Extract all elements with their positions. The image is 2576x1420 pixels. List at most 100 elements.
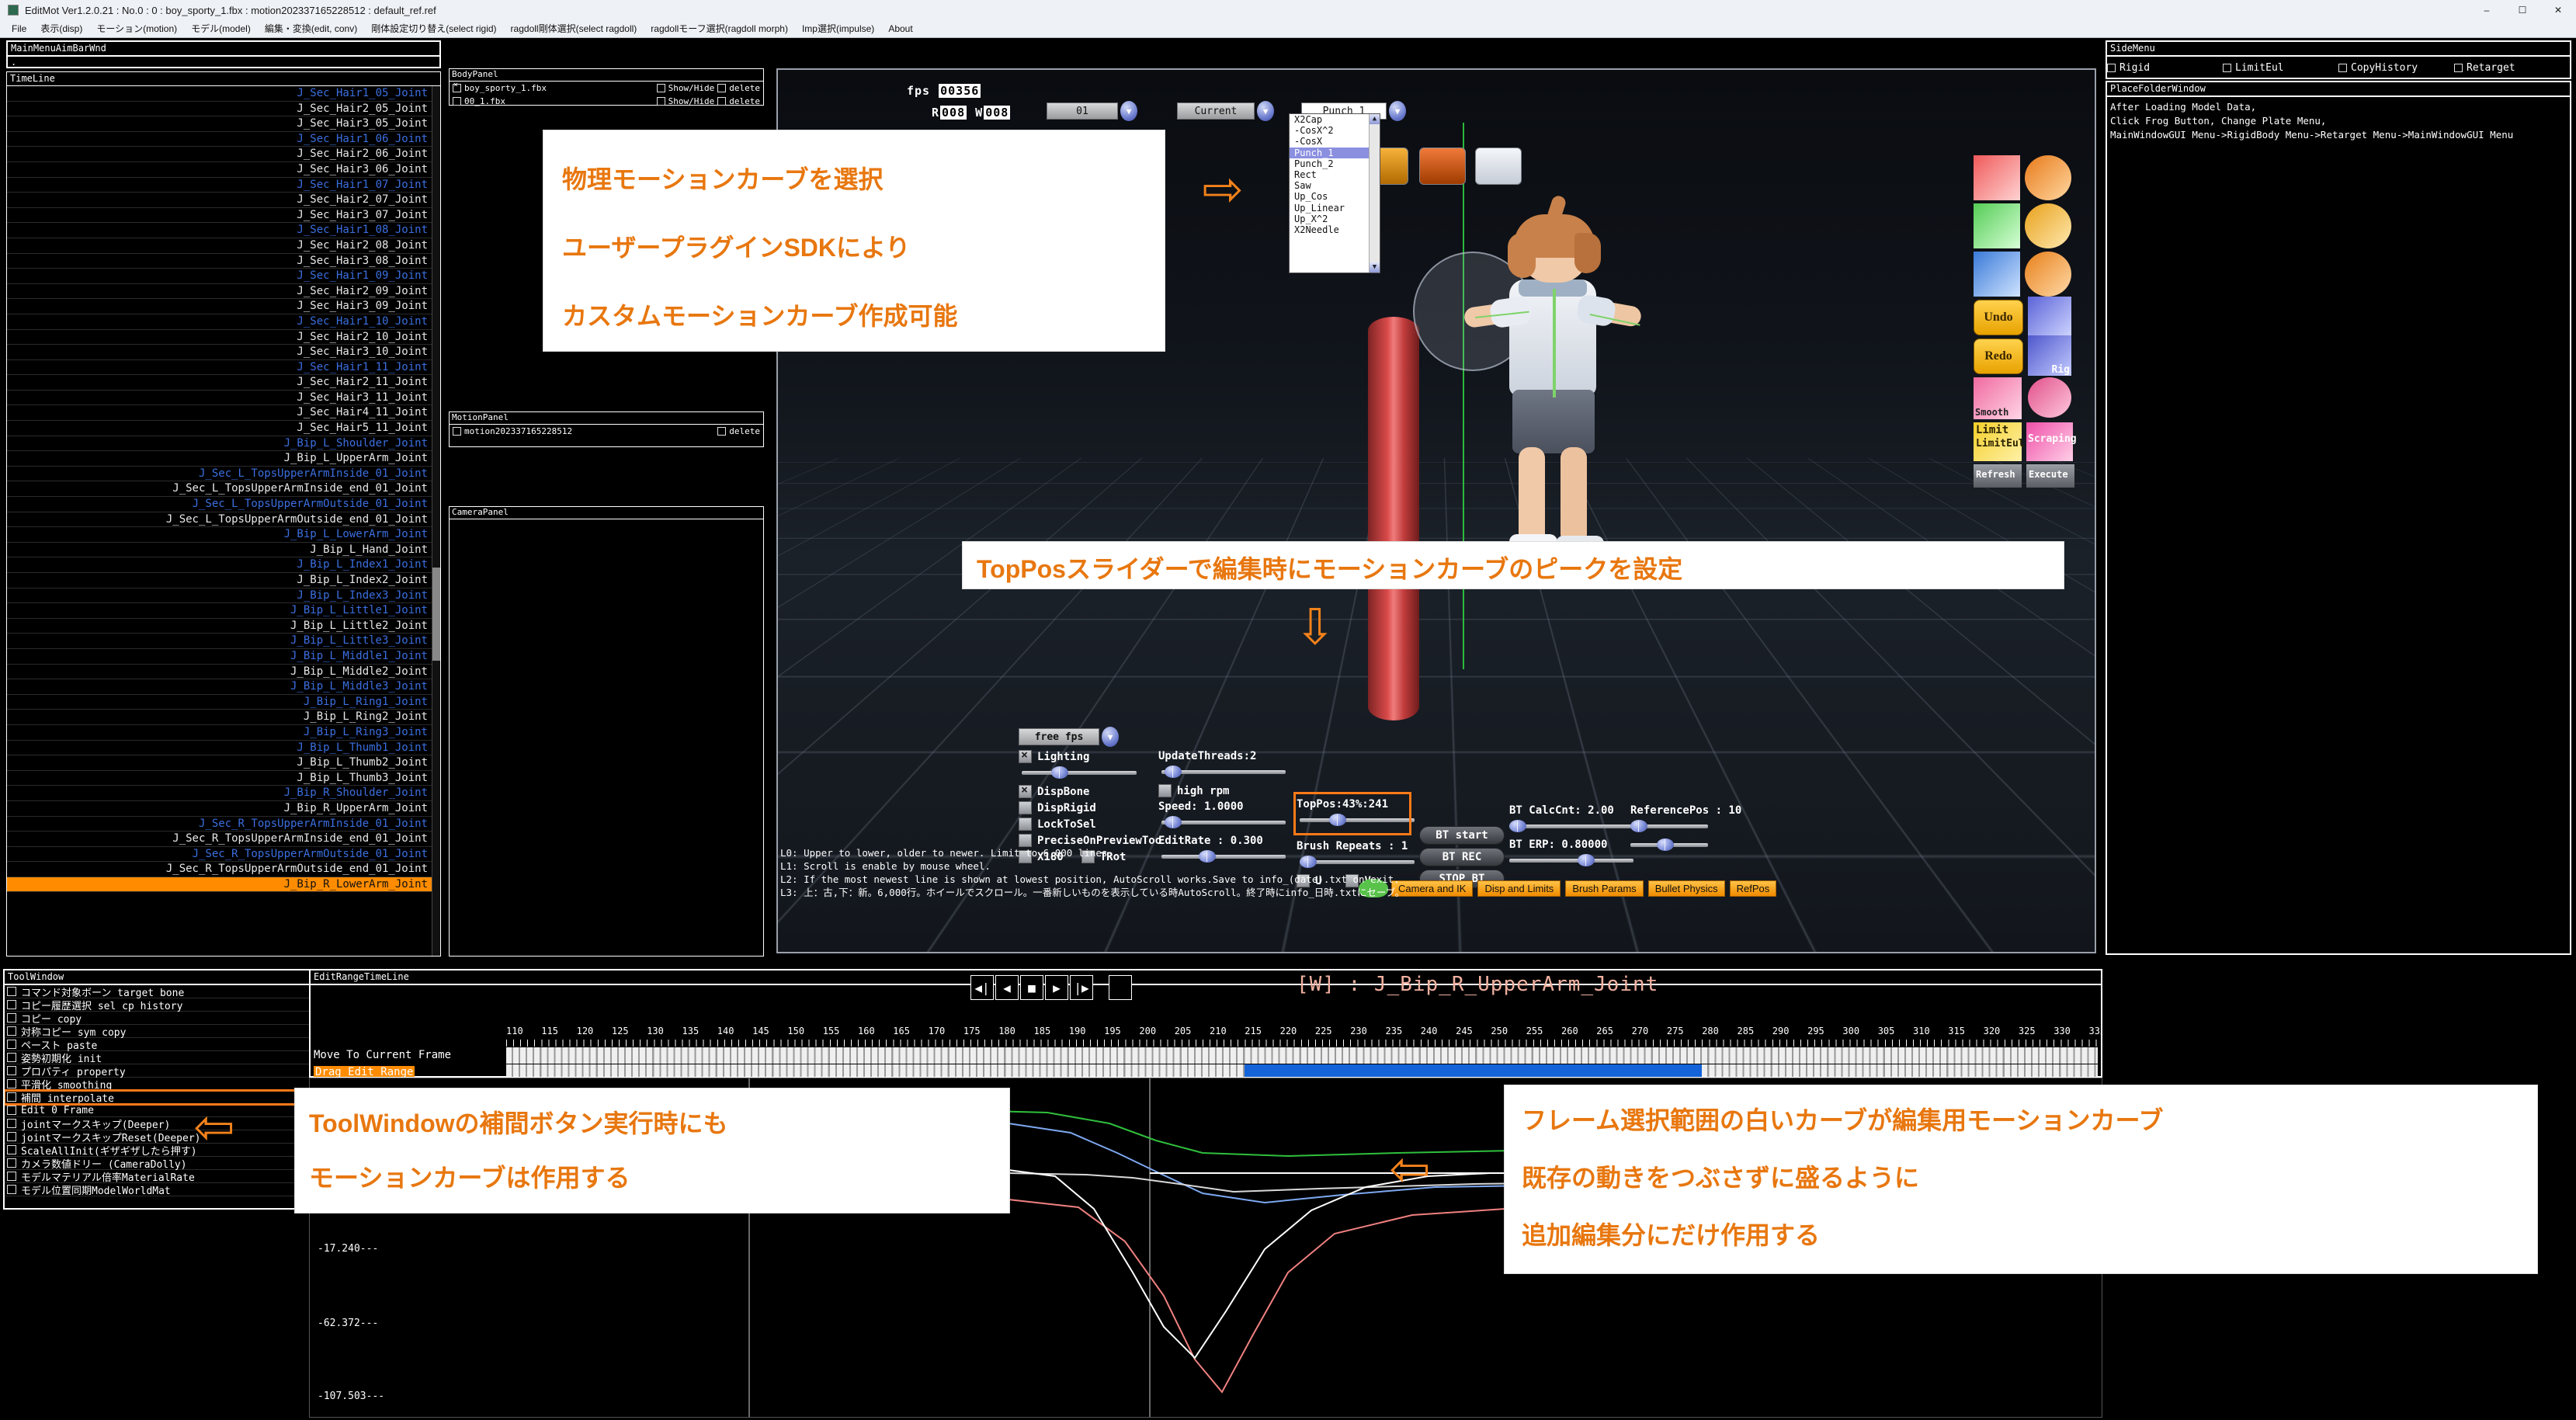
combo-fpsmode[interactable]: free fps ▼ xyxy=(1019,727,1252,747)
bone-row[interactable]: J_Sec_L_TopsUpperArmInside_end_01_Joint xyxy=(7,481,440,498)
showhide-check-icon[interactable] xyxy=(656,84,665,92)
curve-option-8[interactable]: Up_Linear xyxy=(1290,203,1380,214)
bone-row[interactable]: J_Bip_R_Shoulder_Joint xyxy=(7,786,440,801)
menu-item-5[interactable]: 剛体設定切り替え(select rigid) xyxy=(364,20,503,37)
dispbone-checkbox[interactable] xyxy=(1019,783,1032,798)
bone-row[interactable]: J_Bip_L_Ring3_Joint xyxy=(7,725,440,741)
tool-item-15[interactable]: モデル位置同期ModelWorldMat xyxy=(5,1183,309,1196)
highrpm-checkbox[interactable] xyxy=(1158,784,1172,797)
checkbox-icon[interactable] xyxy=(7,1040,16,1049)
delete-key-icon[interactable] xyxy=(1974,155,2020,200)
limit-button[interactable]: Limit LimitEul xyxy=(1974,422,2025,461)
tool-item-7[interactable]: 平滑化 smoothing xyxy=(5,1078,309,1092)
menu-item-7[interactable]: ragdollモーフ選択(ragdoll morph) xyxy=(644,20,795,37)
bone-row[interactable]: J_Bip_L_Ring2_Joint xyxy=(7,710,440,725)
updatethreads-knob[interactable] xyxy=(1165,766,1182,778)
disprigid-checkbox[interactable] xyxy=(1019,801,1032,814)
tool-item-1[interactable]: コピー履歴選択 sel cp history xyxy=(5,998,309,1012)
curve-dropdown-list[interactable]: X2Cap -CosX^2 -CosX Punch_1 Punch_2 Rect Saw Up… xyxy=(1289,113,1380,273)
lighting-slider[interactable] xyxy=(1022,766,1137,779)
checkbox-icon[interactable] xyxy=(7,1000,16,1009)
refpos-knob-1[interactable] xyxy=(1630,820,1647,832)
tool-item-2[interactable]: コピー copy xyxy=(5,1012,309,1026)
checkbox-icon[interactable] xyxy=(7,1013,16,1022)
curve-option-7[interactable]: Up_Cos xyxy=(1290,191,1380,202)
redo-button[interactable]: Redo xyxy=(1974,339,2023,374)
menu-item-2[interactable]: モーション(motion) xyxy=(89,20,184,37)
bone-row[interactable]: J_Sec_Hair1_08_Joint xyxy=(7,223,440,238)
showhide2-check-icon[interactable] xyxy=(656,97,665,106)
orbit-icon[interactable] xyxy=(1419,148,1466,185)
dropdown-scrollbar[interactable]: ▲ ▼ xyxy=(1369,114,1380,273)
checkbox-icon[interactable] xyxy=(2454,63,2463,72)
delete-check-icon[interactable] xyxy=(717,84,727,92)
tool-item-4[interactable]: ペースト paste xyxy=(5,1038,309,1052)
combo-fpsmode-value[interactable]: free fps xyxy=(1019,728,1099,745)
drag-edit-range-label[interactable]: Drag Edit Range xyxy=(314,1066,415,1077)
updatethreads-slider[interactable] xyxy=(1161,766,1286,778)
bone-row[interactable]: J_Sec_Hair2_06_Joint xyxy=(7,147,440,162)
menu-item-4[interactable]: 編集・変換(edit, conv) xyxy=(258,20,364,37)
bone-row[interactable]: J_Sec_Hair3_10_Joint xyxy=(7,345,440,360)
bone-row[interactable]: J_Sec_Hair4_11_Joint xyxy=(7,405,440,422)
tool-item-13[interactable]: カメラ数値ドリー (CameraDolly) xyxy=(5,1157,309,1171)
speed-knob[interactable] xyxy=(1165,816,1182,828)
skip-start-icon[interactable]: ◀| xyxy=(970,975,994,1000)
scraping-button[interactable]: Scraping xyxy=(2026,422,2077,461)
checkbox-icon[interactable] xyxy=(7,1026,16,1036)
chevron-down-icon[interactable]: ▼ xyxy=(1120,101,1137,121)
bone-row[interactable]: J_Bip_L_Index1_Joint xyxy=(7,557,440,573)
lighting-checkbox[interactable] xyxy=(1019,748,1032,763)
bone-row[interactable]: J_Sec_Hair3_09_Joint xyxy=(7,299,440,314)
checkbox-icon[interactable] xyxy=(7,1079,16,1088)
bone-row[interactable]: J_Sec_R_TopsUpperArmInside_01_Joint xyxy=(7,817,440,832)
body-panel-row-motion[interactable]: 00_1.fbx Show/Hide delete xyxy=(450,95,763,108)
stop-icon[interactable]: ■ xyxy=(1020,975,1043,1000)
curve-option-9[interactable]: Up_X^2 xyxy=(1290,214,1380,224)
bone-tree-scrollbar[interactable] xyxy=(432,86,440,956)
combo-mode-value[interactable]: Current xyxy=(1177,102,1255,120)
motion-delete-check-icon[interactable] xyxy=(717,427,727,436)
bone-row[interactable]: J_Sec_Hair1_05_Joint xyxy=(7,86,440,102)
bone-row[interactable]: J_Bip_L_Thumb2_Joint xyxy=(7,755,440,771)
bone-row[interactable]: J_Sec_Hair5_11_Joint xyxy=(7,421,440,436)
bone-row[interactable]: J_Sec_Hair3_07_Joint xyxy=(7,208,440,224)
console-log[interactable]: L0: Upper to lower, older to newer. Limi… xyxy=(780,846,2092,938)
sidemenu-item-retarget[interactable]: Retarget xyxy=(2454,62,2570,74)
tool-item-10[interactable]: jointマークスキップ(Deeper) xyxy=(5,1117,309,1131)
checkbox-icon[interactable] xyxy=(7,1132,16,1141)
bone-row[interactable]: J_Bip_L_Index3_Joint xyxy=(7,588,440,604)
bone-row[interactable]: J_Sec_Hair2_09_Joint xyxy=(7,284,440,300)
bone-row[interactable]: J_Bip_L_Thumb1_Joint xyxy=(7,741,440,756)
scroll-down-icon[interactable]: ▼ xyxy=(1370,262,1380,273)
speed-slider[interactable] xyxy=(1161,816,1286,828)
scrollbar-thumb[interactable] xyxy=(432,568,440,661)
transport-controls[interactable]: ◀| ◀ ■ ▶ |▶ xyxy=(970,975,1132,1000)
bone-row[interactable]: J_Sec_Hair3_11_Joint xyxy=(7,391,440,406)
tool-item-8[interactable]: 補間 interpolate xyxy=(5,1089,309,1106)
sidemenu-item-limiteul[interactable]: LimitEul xyxy=(2223,62,2338,74)
play-icon[interactable]: ▶ xyxy=(1045,975,1068,1000)
undo-button[interactable]: Undo xyxy=(1974,300,2023,335)
bone-row[interactable]: J_Bip_L_Little3_Joint xyxy=(7,634,440,649)
bone-row[interactable]: J_Sec_R_TopsUpperArmOutside_end_01_Joint xyxy=(7,862,440,877)
tool-item-11[interactable]: jointマークスキップReset(Deeper) xyxy=(5,1130,309,1144)
checkbox-icon[interactable] xyxy=(7,1145,16,1154)
tool-item-12[interactable]: ScaleAllInit(ギザギザしたら押す) xyxy=(5,1144,309,1158)
bone-row[interactable]: J_Sec_L_TopsUpperArmInside_01_Joint xyxy=(7,467,440,482)
bone-row[interactable]: J_Sec_Hair2_11_Joint xyxy=(7,375,440,391)
timeline-bone-tree[interactable]: TimeLine J_Sec_Hair1_05_Joint J_Sec_Hair2… xyxy=(6,71,441,957)
curve-option-5[interactable]: Rect xyxy=(1290,169,1380,180)
checkbox-icon[interactable] xyxy=(7,1106,16,1115)
bone-row[interactable]: J_Sec_Hair2_05_Joint xyxy=(7,102,440,117)
curve-option-2[interactable]: -CosX xyxy=(1290,136,1380,147)
menu-item-6[interactable]: ragdoll剛体選択(select ragdoll) xyxy=(504,20,644,37)
paste-icon[interactable] xyxy=(1974,203,2020,248)
close-button[interactable]: ✕ xyxy=(2540,0,2576,20)
checkbox-icon[interactable] xyxy=(7,1119,16,1128)
drag-edit-range-strip[interactable] xyxy=(506,1064,2098,1077)
bone-row[interactable]: J_Sec_Hair1_06_Joint xyxy=(7,132,440,148)
checkbox-icon[interactable] xyxy=(2223,63,2231,72)
combo-mode[interactable]: Current ▼ xyxy=(1177,101,1274,121)
scroll-up-icon[interactable]: ▲ xyxy=(1370,114,1380,124)
